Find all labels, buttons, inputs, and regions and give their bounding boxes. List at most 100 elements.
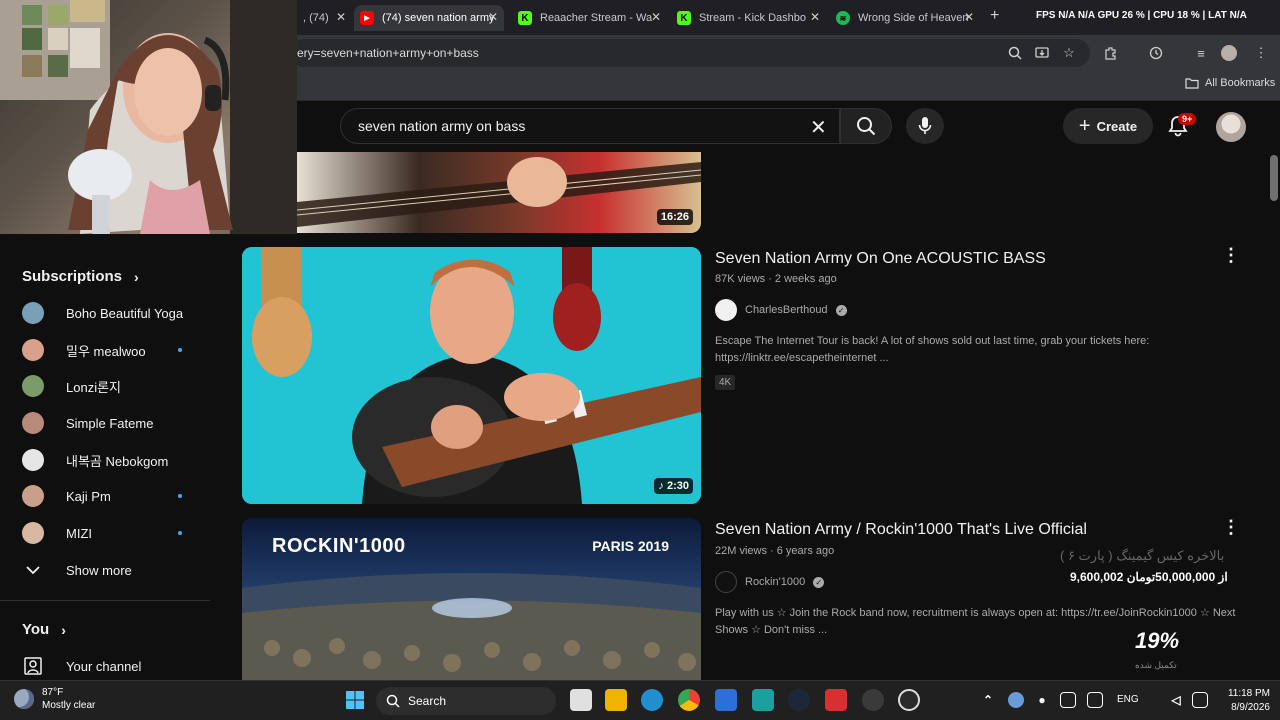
browser-tab[interactable]: , (74) ✕ [297, 5, 352, 31]
weather-moon-icon [14, 689, 34, 709]
donation-goal-percent: 19% [1135, 628, 1180, 653]
voice-search-button[interactable] [906, 108, 944, 144]
channel-link[interactable]: CharlesBerthoud ✓ [715, 299, 847, 321]
video-thumbnail[interactable]: 16:26 [297, 152, 701, 233]
app-icon[interactable] [752, 689, 774, 711]
bookmark-star-icon[interactable]: ☆ [1060, 44, 1078, 62]
extensions-icon[interactable] [1102, 44, 1120, 62]
you-header[interactable]: You › [22, 621, 66, 638]
store-icon[interactable] [715, 689, 737, 711]
tray-chevron-up-icon[interactable]: ⌃ [980, 692, 996, 708]
browser-menu-icon[interactable]: ⋮ [1252, 44, 1270, 62]
verified-icon: ✓ [813, 576, 825, 588]
keyboard-icon[interactable] [1087, 692, 1103, 708]
account-avatar[interactable] [1216, 112, 1246, 142]
sidebar-item-your-channel[interactable]: Your channel [22, 648, 192, 684]
language-indicator[interactable]: ENG [1117, 694, 1139, 705]
sidebar-item-lonzi[interactable]: Lonzi론지 [22, 368, 192, 404]
video-meta: 87K views · 2 weeks ago [715, 273, 837, 285]
scrollbar-thumb[interactable] [1270, 155, 1278, 201]
close-icon[interactable]: ✕ [964, 10, 974, 24]
app-icon[interactable] [825, 689, 847, 711]
notification-badge: 9+ [1178, 113, 1197, 125]
steam-icon[interactable] [788, 689, 810, 711]
avatar [22, 485, 44, 507]
file-explorer-icon[interactable] [605, 689, 627, 711]
folder-icon [1185, 78, 1199, 89]
sidebar-item-kaji-pm[interactable]: Kaji Pm [22, 478, 192, 514]
chrome-icon[interactable] [678, 689, 700, 711]
media-player-icon[interactable] [898, 689, 920, 711]
close-icon[interactable]: ✕ [810, 10, 820, 24]
create-button[interactable]: + Create [1063, 108, 1153, 144]
channel-name: CharlesBerthoud [745, 304, 828, 316]
windows-start-icon[interactable] [344, 689, 366, 711]
app-icon[interactable] [862, 689, 884, 711]
kick-icon: K [677, 11, 691, 25]
create-label: Create [1096, 118, 1138, 134]
sidebar-item-mizi[interactable]: MIZI [22, 515, 192, 551]
weather-desc: Mostly clear [42, 700, 96, 711]
close-icon[interactable]: ✕ [488, 10, 498, 24]
more-options-icon[interactable]: ⋮ [1222, 245, 1240, 266]
browser-tab[interactable]: ≋ Wrong Side of Heaven ✕ [830, 5, 980, 31]
video-title[interactable]: Seven Nation Army / Rockin'1000 That's L… [715, 521, 1087, 539]
browser-tab[interactable]: K Stream - Kick Dashbo ✕ [671, 5, 826, 31]
avatar [22, 449, 44, 471]
task-view-icon[interactable] [570, 689, 592, 711]
taskbar-search[interactable]: Search [376, 687, 556, 715]
display-icon[interactable] [1060, 692, 1076, 708]
video-thumbnail[interactable]: ♪ 2:30 [242, 247, 701, 504]
donation-goal-amount: 9,600,002 از 50,000,000تومان [1070, 570, 1228, 584]
volume-icon[interactable]: ◁ [1168, 692, 1184, 708]
verified-icon: ✓ [835, 304, 847, 316]
zoom-icon[interactable] [1006, 44, 1024, 62]
video-meta: 22M views · 6 years ago [715, 545, 835, 557]
sidebar-item-boho-beautiful-yoga[interactable]: Boho Beautiful Yoga [22, 295, 192, 331]
search-button[interactable] [840, 108, 892, 144]
channel-link[interactable]: Rockin'1000 ✓ [715, 571, 825, 593]
thumbnail-brand-text: ROCKIN'1000 [272, 535, 406, 557]
new-content-dot [178, 531, 182, 535]
sidebar-item-label: Kaji Pm [66, 488, 111, 504]
video-duration: 16:26 [656, 209, 693, 225]
edge-icon[interactable] [641, 689, 663, 711]
sidebar-item-mealwoo[interactable]: 밀우 mealwoo [22, 332, 192, 368]
your-channel-label: Your channel [66, 658, 142, 674]
video-thumbnail[interactable]: ROCKIN'1000 PARIS 2019 [242, 518, 701, 680]
install-app-icon[interactable] [1033, 44, 1051, 62]
show-more-button[interactable]: Show more [22, 552, 192, 588]
weather-temp: 87°F [42, 687, 64, 698]
tab-label: Wrong Side of Heaven [858, 12, 969, 24]
url-text[interactable]: ery=seven+nation+army+on+bass [297, 46, 479, 60]
profile-avatar-icon[interactable] [1220, 44, 1238, 62]
close-icon[interactable]: ✕ [336, 10, 346, 24]
onedrive-icon[interactable] [1008, 692, 1024, 708]
sidebar-item-nebokgom[interactable]: 내복곰 Nebokgom [22, 442, 192, 478]
subscriptions-header[interactable]: Subscriptions › [22, 268, 139, 285]
close-icon[interactable]: ✕ [651, 10, 661, 24]
browser-tab-active[interactable]: ▶ (74) seven nation army ✕ [354, 5, 504, 31]
history-icon[interactable] [1147, 44, 1165, 62]
more-options-icon[interactable]: ⋮ [1222, 517, 1240, 538]
search-icon [386, 694, 400, 708]
weather-widget[interactable]: 87°F Mostly clear [14, 686, 95, 712]
reading-list-icon[interactable]: ≡ [1192, 44, 1210, 62]
system-clock[interactable]: 11:18 PM 8/9/2026 [1220, 687, 1270, 715]
microphone-icon[interactable]: ● [1034, 692, 1050, 708]
avatar [22, 302, 44, 324]
avatar [22, 412, 44, 434]
video-title[interactable]: Seven Nation Army On One ACOUSTIC BASS [715, 250, 1046, 268]
music-note-icon: ♪ [658, 480, 664, 492]
sidebar-item-simple-fateme[interactable]: Simple Fateme [22, 405, 192, 441]
video-duration: ♪ 2:30 [654, 478, 693, 494]
show-more-label: Show more [66, 562, 132, 578]
search-query-text[interactable]: seven nation army on bass [358, 118, 525, 134]
youtube-icon: ▶ [360, 11, 374, 25]
all-bookmarks-button[interactable]: All Bookmarks [1185, 77, 1275, 89]
sidebar-item-label: MIZI [66, 525, 92, 541]
browser-tab[interactable]: K Reaacher Stream - Wa ✕ [512, 5, 667, 31]
new-tab-button[interactable]: + [990, 7, 999, 25]
clear-search-icon[interactable]: ✕ [810, 115, 827, 140]
battery-icon[interactable] [1192, 692, 1208, 708]
